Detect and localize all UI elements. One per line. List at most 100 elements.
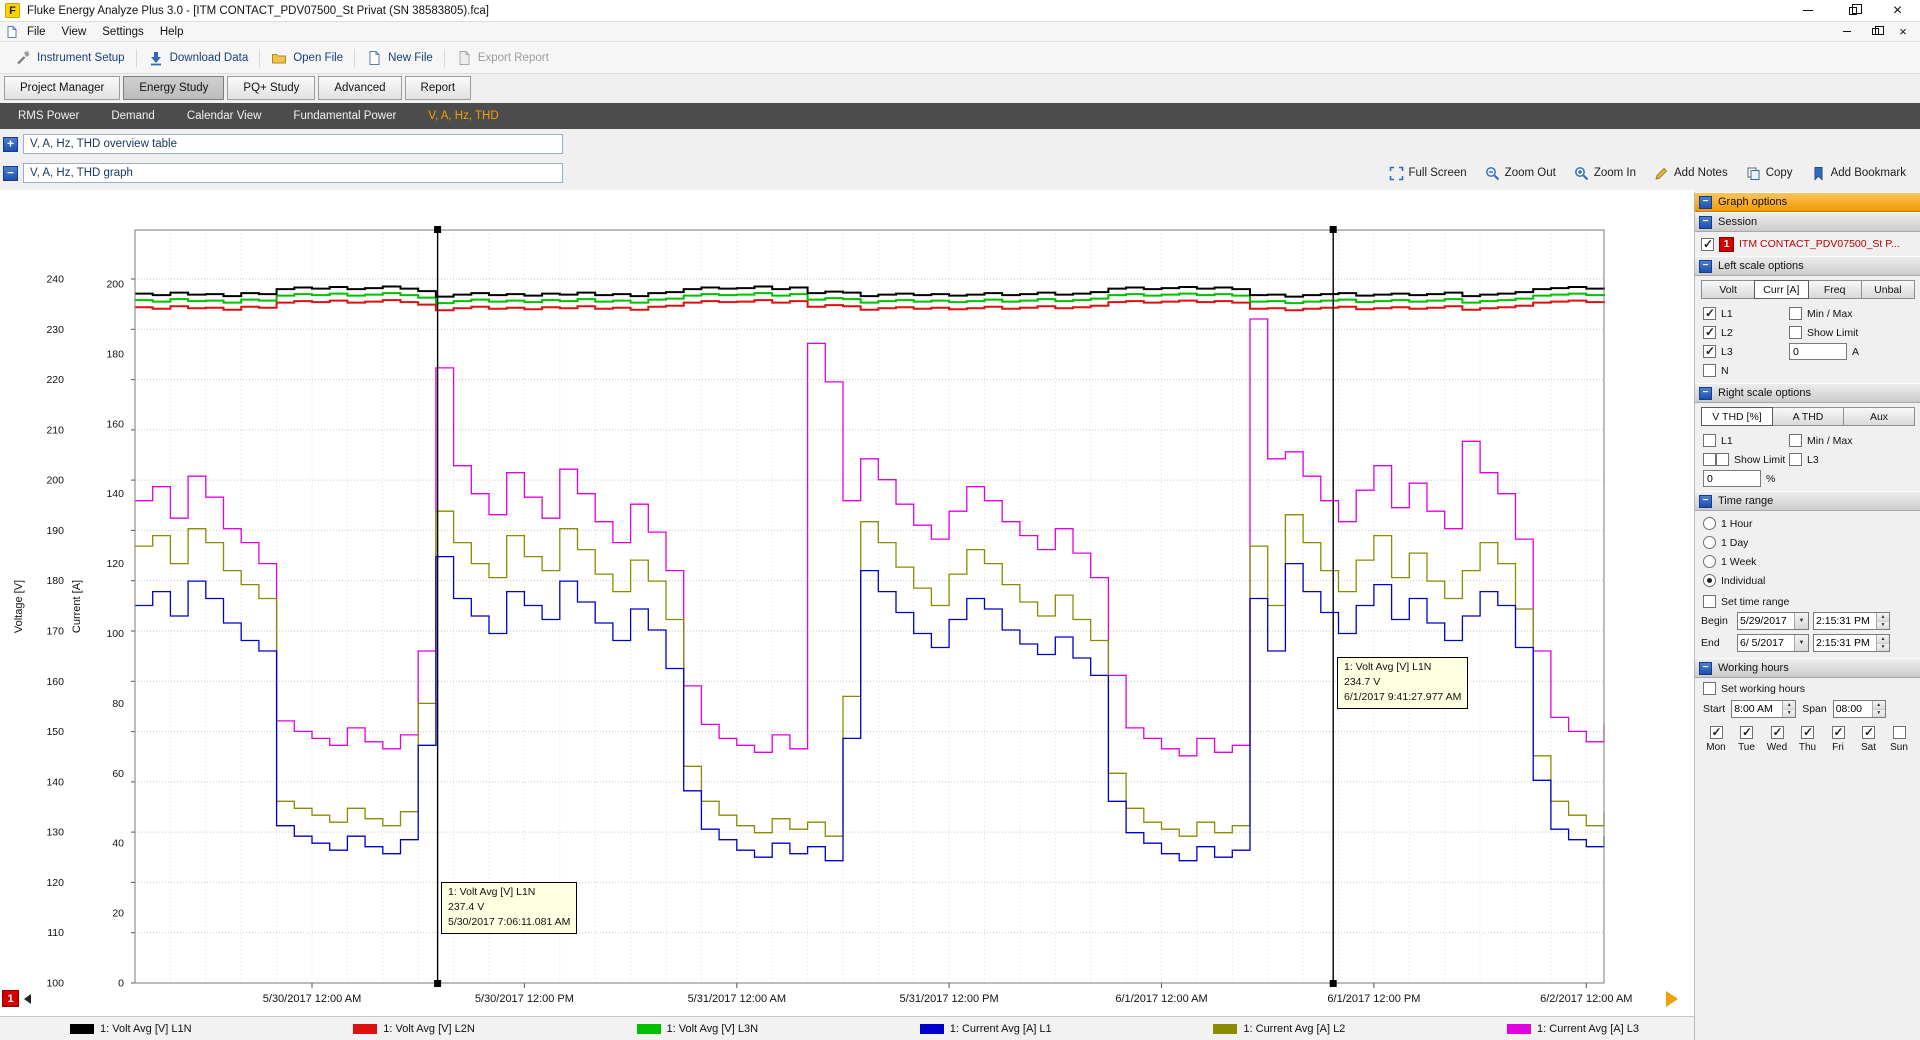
right-limit-input[interactable] bbox=[1703, 470, 1761, 487]
page-badge[interactable]: 1 bbox=[2, 990, 19, 1007]
new-file-button[interactable]: New File bbox=[355, 45, 444, 71]
menu-view[interactable]: View bbox=[54, 22, 95, 41]
individual-radio[interactable] bbox=[1703, 574, 1716, 587]
end-date-input[interactable] bbox=[1738, 635, 1794, 651]
collapse-icon[interactable] bbox=[1699, 662, 1712, 675]
left-l2-checkbox[interactable] bbox=[1703, 326, 1716, 339]
zoom-in-button[interactable]: Zoom In bbox=[1574, 166, 1636, 181]
right-l3-checkbox[interactable] bbox=[1789, 453, 1802, 466]
right-minmax-checkbox[interactable] bbox=[1789, 434, 1802, 447]
right-scale-athd-button[interactable]: A THD bbox=[1772, 407, 1844, 426]
session-checkbox[interactable] bbox=[1701, 238, 1714, 251]
tab-pq-study[interactable]: PQ+ Study bbox=[227, 76, 315, 100]
right-l1-checkbox[interactable] bbox=[1703, 434, 1716, 447]
start-time-input[interactable] bbox=[1732, 701, 1782, 717]
wed-checkbox[interactable] bbox=[1771, 726, 1784, 739]
end-time-input[interactable] bbox=[1814, 635, 1876, 651]
menu-help[interactable]: Help bbox=[152, 22, 192, 41]
collapse-icon[interactable] bbox=[1699, 260, 1712, 273]
spinner[interactable] bbox=[1876, 635, 1889, 651]
menu-settings[interactable]: Settings bbox=[94, 22, 152, 41]
tue-checkbox[interactable] bbox=[1740, 726, 1753, 739]
graph-options-header[interactable]: Graph options bbox=[1695, 192, 1920, 212]
open-file-button[interactable]: Open File bbox=[260, 45, 354, 71]
one-day-radio[interactable] bbox=[1703, 536, 1716, 549]
sat-checkbox[interactable] bbox=[1862, 726, 1875, 739]
tab-report[interactable]: Report bbox=[405, 76, 472, 100]
minimize-button[interactable] bbox=[1785, 0, 1830, 21]
instrument-setup-button[interactable]: Instrument Setup bbox=[4, 45, 136, 71]
right-scale-header[interactable]: Right scale options bbox=[1695, 383, 1920, 403]
left-scale-header[interactable]: Left scale options bbox=[1695, 256, 1920, 276]
left-l3-checkbox[interactable] bbox=[1703, 345, 1716, 358]
menu-file[interactable]: File bbox=[19, 22, 54, 41]
collapse-icon[interactable] bbox=[1699, 196, 1712, 209]
left-scale-unbal-button[interactable]: Unbal bbox=[1861, 280, 1915, 299]
spin-up-icon[interactable] bbox=[1873, 701, 1885, 710]
spin-down-icon[interactable] bbox=[1873, 710, 1885, 718]
subtab-fundamental-power[interactable]: Fundamental Power bbox=[277, 103, 412, 129]
mdi-restore-button[interactable] bbox=[1861, 23, 1889, 41]
spinner[interactable] bbox=[1876, 613, 1889, 629]
subtab-calendar-view[interactable]: Calendar View bbox=[171, 103, 278, 129]
collapse-icon[interactable] bbox=[3, 166, 18, 181]
span-spinbox[interactable] bbox=[1833, 700, 1886, 718]
one-hour-radio[interactable] bbox=[1703, 517, 1716, 530]
right-l2-checkbox[interactable] bbox=[1703, 453, 1716, 466]
set-time-range-checkbox[interactable] bbox=[1703, 595, 1716, 608]
previous-page-arrow-icon[interactable] bbox=[24, 994, 31, 1004]
left-showlimit-checkbox[interactable] bbox=[1789, 326, 1802, 339]
chart-canvas[interactable]: 1001101201301401501601701801902002102202… bbox=[0, 190, 1694, 1016]
spinner[interactable] bbox=[1782, 701, 1795, 717]
left-l1-checkbox[interactable] bbox=[1703, 307, 1716, 320]
spin-up-icon[interactable] bbox=[1783, 701, 1795, 710]
left-scale-current-button[interactable]: Curr [A] bbox=[1754, 280, 1808, 299]
spin-up-icon[interactable] bbox=[1877, 613, 1889, 622]
left-scale-volt-button[interactable]: Volt bbox=[1701, 280, 1755, 299]
tab-project-manager[interactable]: Project Manager bbox=[4, 76, 120, 100]
chart[interactable]: 1001101201301401501601701801902002102202… bbox=[0, 190, 1694, 1016]
fri-checkbox[interactable] bbox=[1832, 726, 1845, 739]
set-working-hours-checkbox[interactable] bbox=[1703, 682, 1716, 695]
left-limit-input[interactable] bbox=[1789, 343, 1847, 360]
subtab-demand[interactable]: Demand bbox=[95, 103, 170, 129]
download-data-button[interactable]: Download Data bbox=[137, 45, 260, 71]
end-date-combo[interactable] bbox=[1737, 634, 1809, 652]
one-week-radio[interactable] bbox=[1703, 555, 1716, 568]
right-scale-vthd-button[interactable]: V THD [%] bbox=[1701, 407, 1773, 426]
mdi-close-button[interactable] bbox=[1889, 23, 1917, 41]
session-header[interactable]: Session bbox=[1695, 212, 1920, 232]
right-showlimit-checkbox[interactable] bbox=[1716, 453, 1729, 466]
dropdown-arrow-icon[interactable] bbox=[1794, 613, 1808, 629]
restore-button[interactable] bbox=[1830, 0, 1875, 21]
begin-time-spinbox[interactable] bbox=[1813, 612, 1890, 630]
mon-checkbox[interactable] bbox=[1710, 726, 1723, 739]
collapse-icon[interactable] bbox=[1699, 387, 1712, 400]
spin-down-icon[interactable] bbox=[1783, 710, 1795, 718]
subtab-rms-power[interactable]: RMS Power bbox=[2, 103, 95, 129]
next-page-arrow-icon[interactable] bbox=[1666, 991, 1678, 1007]
begin-date-input[interactable] bbox=[1738, 613, 1794, 629]
thu-checkbox[interactable] bbox=[1801, 726, 1814, 739]
right-scale-aux-button[interactable]: Aux bbox=[1843, 407, 1915, 426]
end-time-spinbox[interactable] bbox=[1813, 634, 1890, 652]
collapse-icon[interactable] bbox=[1699, 216, 1712, 229]
full-screen-button[interactable]: Full Screen bbox=[1389, 166, 1467, 181]
working-hours-header[interactable]: Working hours bbox=[1695, 658, 1920, 678]
export-report-button[interactable]: Export Report bbox=[445, 45, 560, 71]
zoom-out-button[interactable]: Zoom Out bbox=[1485, 166, 1556, 181]
time-range-header[interactable]: Time range bbox=[1695, 491, 1920, 511]
copy-button[interactable]: Copy bbox=[1746, 166, 1793, 181]
document-icon[interactable] bbox=[5, 25, 19, 39]
collapse-icon[interactable] bbox=[1699, 495, 1712, 508]
add-bookmark-button[interactable]: Add Bookmark bbox=[1811, 166, 1906, 181]
add-notes-button[interactable]: Add Notes bbox=[1654, 166, 1728, 181]
tab-energy-study[interactable]: Energy Study bbox=[123, 76, 224, 100]
left-minmax-checkbox[interactable] bbox=[1789, 307, 1802, 320]
spin-down-icon[interactable] bbox=[1877, 622, 1889, 630]
begin-date-combo[interactable] bbox=[1737, 612, 1809, 630]
dropdown-arrow-icon[interactable] bbox=[1794, 635, 1808, 651]
spin-down-icon[interactable] bbox=[1877, 644, 1889, 652]
begin-time-input[interactable] bbox=[1814, 613, 1876, 629]
left-n-checkbox[interactable] bbox=[1703, 364, 1716, 377]
